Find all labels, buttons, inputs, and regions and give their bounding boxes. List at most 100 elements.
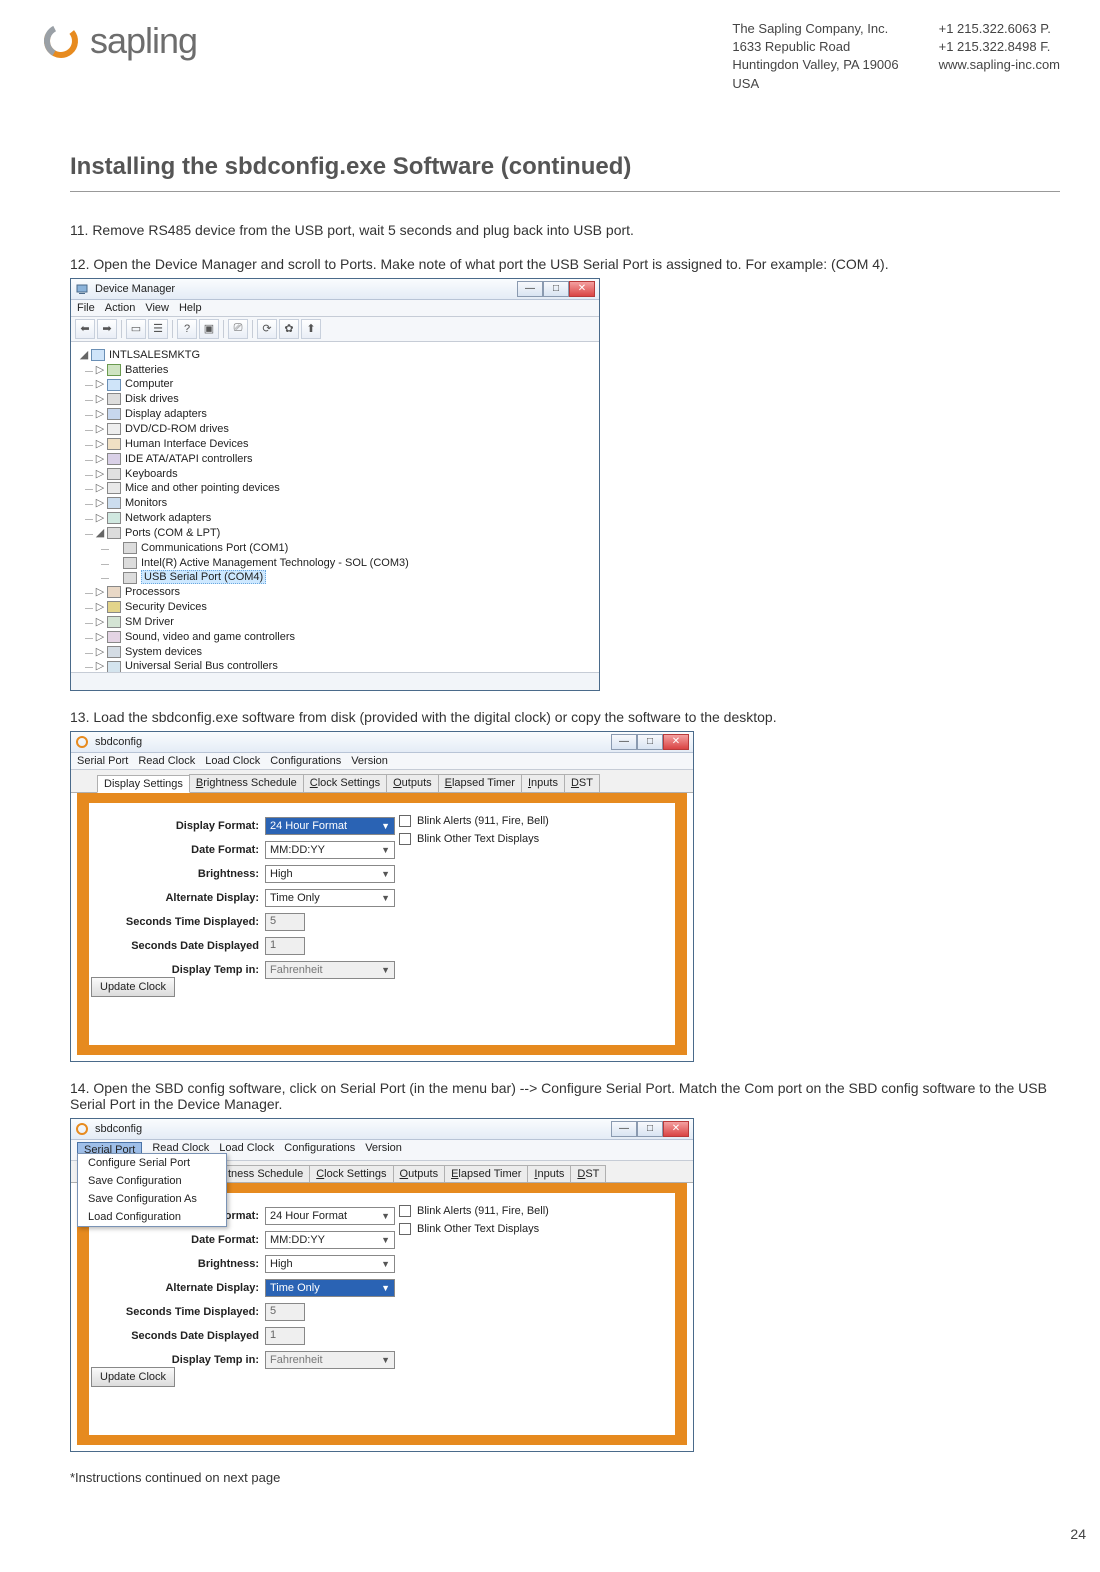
tree-node[interactable]: Display adapters — [125, 408, 207, 420]
menu-configurations[interactable]: Configurations — [284, 1142, 355, 1158]
close-button[interactable]: ✕ — [663, 734, 689, 750]
tab-brightness-schedule[interactable]: Brightness Schedule — [189, 774, 304, 792]
mouse-icon — [107, 482, 121, 494]
tree-node[interactable]: Human Interface Devices — [125, 438, 249, 450]
menu-serial-port[interactable]: Serial Port — [77, 755, 128, 767]
menu-load-clock[interactable]: Load Clock — [219, 1142, 274, 1158]
update-icon[interactable]: ⟳ — [257, 319, 277, 339]
menu-help[interactable]: Help — [179, 302, 202, 314]
field-sec-date[interactable]: 1 — [265, 1327, 305, 1345]
forward-icon[interactable]: ➡ — [97, 319, 117, 339]
menu-version[interactable]: Version — [351, 755, 388, 767]
tree-node[interactable]: Network adapters — [125, 512, 211, 524]
tab-dst[interactable]: DST — [564, 774, 600, 792]
show-hidden-icon[interactable]: ▭ — [126, 319, 146, 339]
field-display-format[interactable]: 24 Hour Format▼ — [265, 817, 395, 835]
field-date-format[interactable]: MM:DD:YY▼ — [265, 841, 395, 859]
field-sec-time[interactable]: 5 — [265, 1303, 305, 1321]
label-date-format: Date Format: — [99, 844, 259, 856]
tree-node[interactable]: Processors — [125, 586, 180, 598]
titlebar[interactable]: sbdconfig — □ ✕ — [71, 1119, 693, 1140]
tree-node[interactable]: Security Devices — [125, 601, 207, 613]
field-date-format[interactable]: MM:DD:YY▼ — [265, 1231, 395, 1249]
menu-item-load-config[interactable]: Load Configuration — [78, 1208, 226, 1226]
tree-leaf-selected[interactable]: USB Serial Port (COM4) — [141, 570, 266, 584]
menu-file[interactable]: File — [77, 302, 95, 314]
menu-item-save-config-as[interactable]: Save Configuration As — [78, 1190, 226, 1208]
scan-icon[interactable]: ▣ — [199, 319, 219, 339]
enable-icon[interactable]: ⬆ — [301, 319, 321, 339]
menu-item-save-config[interactable]: Save Configuration — [78, 1172, 226, 1190]
tab-inputs[interactable]: Inputs — [527, 1165, 571, 1182]
tab-outputs[interactable]: Outputs — [386, 774, 439, 792]
dm-menubar[interactable]: File Action View Help — [71, 300, 599, 317]
update-clock-button[interactable]: Update Clock — [91, 1367, 175, 1387]
field-sec-date[interactable]: 1 — [265, 937, 305, 955]
field-brightness[interactable]: High▼ — [265, 1255, 395, 1273]
minimize-button[interactable]: — — [517, 281, 543, 297]
close-button[interactable]: ✕ — [569, 281, 595, 297]
minimize-button[interactable]: — — [611, 734, 637, 750]
tree-node[interactable]: DVD/CD-ROM drives — [125, 423, 229, 435]
tree-leaf[interactable]: Intel(R) Active Management Technology - … — [141, 557, 409, 569]
checkbox-blink-alerts[interactable] — [399, 815, 411, 827]
help-icon[interactable]: ? — [177, 319, 197, 339]
maximize-button[interactable]: □ — [637, 1121, 663, 1137]
tab-inputs[interactable]: Inputs — [521, 774, 565, 792]
tree-node[interactable]: Disk drives — [125, 393, 179, 405]
tree-node[interactable]: SM Driver — [125, 616, 174, 628]
tab-elapsed-timer[interactable]: Elapsed Timer — [438, 774, 522, 792]
tab-clock-settings[interactable]: Clock Settings — [309, 1165, 393, 1182]
maximize-button[interactable]: □ — [637, 734, 663, 750]
minimize-button[interactable]: — — [611, 1121, 637, 1137]
menu-view[interactable]: View — [145, 302, 169, 314]
tabstrip[interactable]: Display Settings Brightness Schedule Clo… — [71, 770, 693, 793]
menu-version[interactable]: Version — [365, 1142, 402, 1158]
update-clock-button[interactable]: Update Clock — [91, 977, 175, 997]
field-alt-display[interactable]: Time Only▼ — [265, 1279, 395, 1297]
legacy-icon[interactable]: ✿ — [279, 319, 299, 339]
close-button[interactable]: ✕ — [663, 1121, 689, 1137]
device-tree[interactable]: ◢INTLSALESMKTG ▷Batteries ▷Computer ▷Dis… — [79, 348, 591, 672]
tree-node[interactable]: IDE ATA/ATAPI controllers — [125, 453, 253, 465]
tree-node[interactable]: Universal Serial Bus controllers — [125, 660, 278, 671]
checkbox-blink-alerts[interactable] — [399, 1205, 411, 1217]
tree-leaf[interactable]: Communications Port (COM1) — [141, 542, 288, 554]
checkbox-blink-other[interactable] — [399, 833, 411, 845]
tab-elapsed-timer[interactable]: Elapsed Timer — [444, 1165, 528, 1182]
back-icon[interactable]: ⬅ — [75, 319, 95, 339]
tree-node-ports[interactable]: Ports (COM & LPT) — [125, 527, 220, 539]
menu-item-configure-serial[interactable]: Configure Serial Port — [78, 1154, 226, 1172]
menu-load-clock[interactable]: Load Clock — [205, 755, 260, 767]
checkbox-blink-other[interactable] — [399, 1223, 411, 1235]
tree-node[interactable]: Keyboards — [125, 468, 178, 480]
properties-icon[interactable]: ☰ — [148, 319, 168, 339]
tab-dst[interactable]: DST — [570, 1165, 606, 1182]
tree-node[interactable]: Batteries — [125, 364, 168, 376]
tree-node[interactable]: Mice and other pointing devices — [125, 482, 280, 494]
field-temp[interactable]: Fahrenheit▼ — [265, 961, 395, 979]
tree-node[interactable]: Monitors — [125, 497, 167, 509]
tab-display-settings[interactable]: Display Settings — [97, 775, 190, 793]
menu-action[interactable]: Action — [105, 302, 136, 314]
menu-read-clock[interactable]: Read Clock — [138, 755, 195, 767]
tree-node[interactable]: System devices — [125, 646, 202, 658]
field-sec-time[interactable]: 5 — [265, 913, 305, 931]
uninstall-icon[interactable]: ⎚ — [228, 319, 248, 339]
tree-node[interactable]: Sound, video and game controllers — [125, 631, 295, 643]
maximize-button[interactable]: □ — [543, 281, 569, 297]
tab-outputs[interactable]: Outputs — [393, 1165, 446, 1182]
field-display-format[interactable]: 24 Hour Format▼ — [265, 1207, 395, 1225]
field-brightness[interactable]: High▼ — [265, 865, 395, 883]
tree-root[interactable]: INTLSALESMKTG — [109, 349, 200, 361]
titlebar[interactable]: Device Manager — □ ✕ — [71, 279, 599, 300]
titlebar[interactable]: sbdconfig — □ ✕ — [71, 732, 693, 753]
field-alt-display[interactable]: Time Only▼ — [265, 889, 395, 907]
sbd-menubar[interactable]: Serial Port Read Clock Load Clock Config… — [71, 753, 693, 770]
field-temp[interactable]: Fahrenheit▼ — [265, 1351, 395, 1369]
serial-port-dropdown[interactable]: Configure Serial Port Save Configuration… — [77, 1153, 227, 1227]
tab-brightness-schedule-partial[interactable]: tness Schedule — [221, 1165, 310, 1182]
menu-configurations[interactable]: Configurations — [270, 755, 341, 767]
tree-node[interactable]: Computer — [125, 378, 173, 390]
tab-clock-settings[interactable]: Clock Settings — [303, 774, 387, 792]
